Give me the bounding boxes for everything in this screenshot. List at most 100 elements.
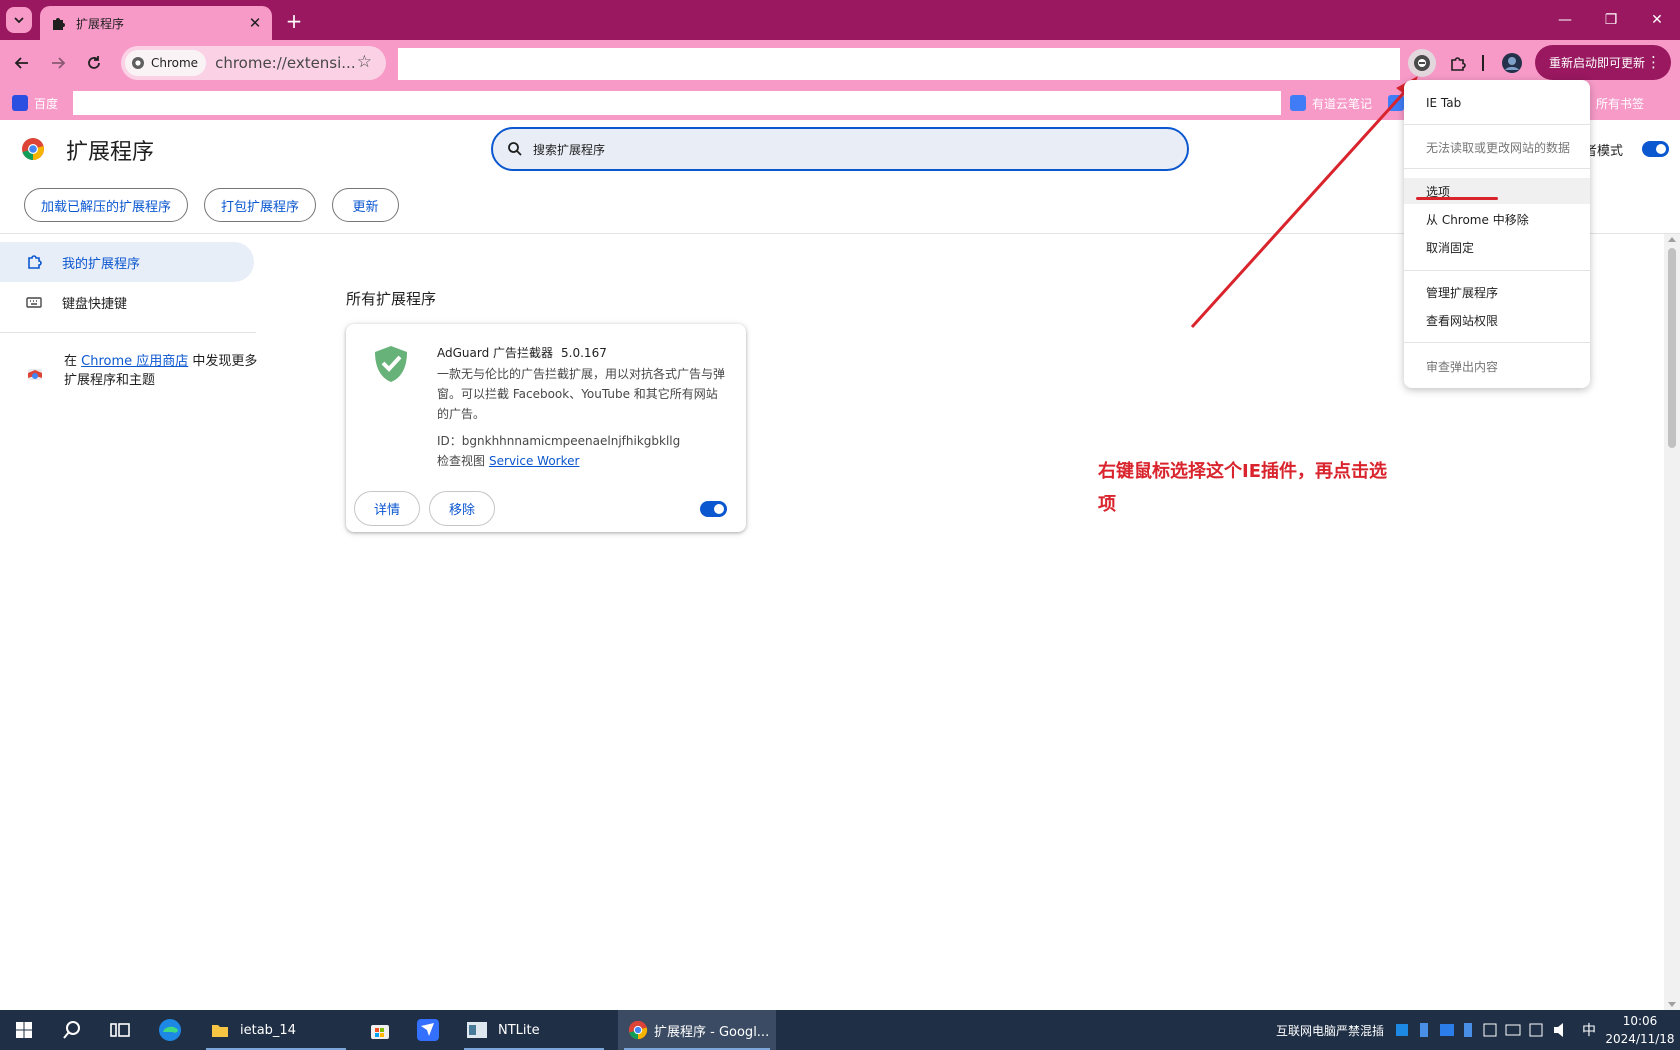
search-placeholder: 搜索扩展程序: [533, 142, 606, 157]
sidebar-item-my-extensions[interactable]: 我的扩展程序: [0, 242, 254, 282]
store-hint-prefix: 在: [64, 354, 82, 369]
windows-icon: [16, 1022, 32, 1038]
scroll-up-arrow[interactable]: [1668, 237, 1676, 242]
reload-button[interactable]: [81, 50, 107, 76]
system-clock[interactable]: 10:06 2024/11/18: [1602, 1012, 1678, 1048]
address-bar[interactable]: Chrome chrome://extensi... ☆: [121, 46, 386, 80]
sidebar-divider: [0, 332, 256, 333]
scrollbar-thumb[interactable]: [1668, 248, 1676, 448]
tab-search-button[interactable]: [6, 7, 32, 33]
tab-extensions[interactable]: 扩展程序 ✕: [40, 6, 272, 40]
service-worker-link[interactable]: Service Worker: [489, 454, 579, 468]
restore-button[interactable]: ❐: [1588, 0, 1634, 40]
chrome-web-store-link[interactable]: Chrome 应用商店: [81, 354, 188, 369]
more-menu-icon[interactable]: ⋮: [1646, 53, 1661, 71]
scroll-down-arrow[interactable]: [1668, 1002, 1676, 1007]
menu-separator: [1404, 168, 1590, 169]
chrome-logo-icon: [22, 138, 44, 160]
menu-item-ie-tab[interactable]: IE Tab: [1404, 90, 1590, 116]
sidebar-item-label: 键盘快捷键: [62, 296, 128, 312]
task-view-button[interactable]: [102, 1010, 138, 1050]
puzzle-icon: [1451, 57, 1466, 71]
menu-item-remove-from-chrome[interactable]: 从 Chrome 中移除: [1404, 206, 1590, 232]
search-icon: [63, 1021, 80, 1039]
avatar-icon: [1502, 53, 1522, 73]
taskbar-app-label: 扩展程序 - Googl...: [654, 1024, 770, 1040]
menu-item-unpin[interactable]: 取消固定: [1404, 234, 1590, 260]
taskbar-app-label: ietab_14: [240, 1022, 296, 1038]
arrow-right-icon: [52, 57, 66, 69]
bookmark-label: 有道云笔记: [1312, 96, 1373, 111]
annotation-text: 右键鼠标选择这个IE插件，再点击选项: [1098, 461, 1387, 515]
relaunch-label: 重新启动即可更新: [1549, 56, 1646, 70]
all-bookmarks-button[interactable]: 所有书签: [1596, 93, 1644, 113]
bookmark-icon: [1388, 95, 1404, 111]
load-unpacked-button[interactable]: 加载已解压的扩展程序: [24, 188, 188, 222]
sidebar-item-keyboard-shortcuts[interactable]: 键盘快捷键: [0, 282, 254, 322]
folder-icon: [212, 1025, 228, 1037]
adguard-shield-icon: [375, 346, 407, 382]
page-title: 扩展程序: [66, 140, 155, 165]
ime-indicator[interactable]: 中: [1582, 1010, 1596, 1050]
taskbar-app-chrome[interactable]: 扩展程序 - Googl...: [618, 1010, 776, 1050]
extensions-menu-button[interactable]: [1444, 49, 1472, 77]
relaunch-to-update-button[interactable]: 重新启动即可更新 ⋮: [1535, 45, 1671, 80]
edge-app[interactable]: [152, 1010, 188, 1050]
minimize-button[interactable]: —: [1542, 0, 1588, 40]
keyboard-icon: [26, 297, 42, 308]
taskbar-app-ietab[interactable]: ietab_14: [200, 1010, 352, 1050]
clock-time: 10:06: [1622, 1014, 1658, 1028]
extension-name-line: AdGuard 广告拦截器 5.0.167: [437, 344, 607, 361]
close-window-button[interactable]: ✕: [1634, 0, 1680, 40]
forward-button[interactable]: [45, 50, 71, 76]
bookmark-baidu[interactable]: 百度: [12, 93, 58, 113]
profile-avatar[interactable]: [1498, 49, 1526, 77]
details-button[interactable]: 详情: [354, 491, 420, 526]
feishu-app[interactable]: [410, 1010, 446, 1050]
site-info-chip[interactable]: Chrome: [125, 50, 207, 76]
toolbar-blank-area: [398, 48, 1400, 80]
section-title: 所有扩展程序: [346, 290, 437, 308]
menu-item-site-access: 无法读取或更改网站的数据: [1426, 140, 1571, 155]
extension-icon: [28, 255, 42, 269]
store-icon: [371, 1025, 389, 1039]
search-extensions-input[interactable]: 搜索扩展程序: [491, 127, 1189, 171]
bookmark-star-icon[interactable]: ☆: [357, 52, 372, 72]
annotation-underline: [1416, 197, 1498, 200]
remove-button[interactable]: 移除: [429, 491, 495, 526]
back-button[interactable]: [9, 50, 35, 76]
new-tab-button[interactable]: +: [281, 8, 307, 34]
ie-tab-extension-button[interactable]: [1408, 49, 1436, 77]
chevron-down-icon: [14, 17, 24, 24]
extension-context-menu: IE Tab 无法读取或更改网站的数据 选项 从 Chrome 中移除 取消固定…: [1404, 80, 1590, 388]
bookmark-blank-field: [73, 91, 1281, 115]
page-scrollbar[interactable]: [1664, 234, 1680, 1010]
url-text[interactable]: chrome://extensi...: [215, 54, 356, 72]
menu-separator: [1404, 270, 1590, 271]
edge-icon: [159, 1019, 181, 1041]
chip-label: Chrome: [151, 56, 199, 70]
ntlite-icon: [467, 1022, 487, 1038]
youdao-note-icon: [1290, 95, 1306, 111]
extension-enable-toggle[interactable]: [700, 501, 727, 517]
extension-description: 一款无与伦比的广告拦截扩展，用以对抗各式广告与弹窗。可以拦截 Facebook、…: [437, 367, 726, 421]
start-button[interactable]: [6, 1010, 42, 1050]
taskbar-app-label: NTLite: [498, 1022, 540, 1038]
developer-mode-toggle[interactable]: [1642, 141, 1669, 157]
taskbar: ietab_14 NTLite 扩展程序 - Googl... 互联网电脑严禁混…: [0, 1010, 1680, 1050]
menu-item-site-permissions[interactable]: 查看网站权限: [1404, 307, 1590, 333]
search-taskbar-button[interactable]: [54, 1010, 90, 1050]
menu-item-manage-extensions[interactable]: 管理扩展程序: [1404, 279, 1590, 305]
bookmark-youdao[interactable]: 有道云笔记: [1290, 93, 1372, 113]
store-app[interactable]: [362, 1010, 398, 1050]
update-button[interactable]: 更新: [332, 188, 399, 222]
tab-close-icon[interactable]: ✕: [244, 12, 266, 34]
menu-item-options[interactable]: 选项: [1404, 178, 1590, 204]
baidu-icon: [12, 95, 28, 111]
tray-notice: 互联网电脑严禁混插: [1276, 1023, 1385, 1038]
puzzle-icon: [53, 18, 65, 30]
taskbar-app-ntlite[interactable]: NTLite: [458, 1010, 610, 1050]
pack-extension-button[interactable]: 打包扩展程序: [204, 188, 316, 222]
chrome-icon: [132, 57, 144, 69]
sidebar-item-label: 我的扩展程序: [62, 256, 141, 272]
